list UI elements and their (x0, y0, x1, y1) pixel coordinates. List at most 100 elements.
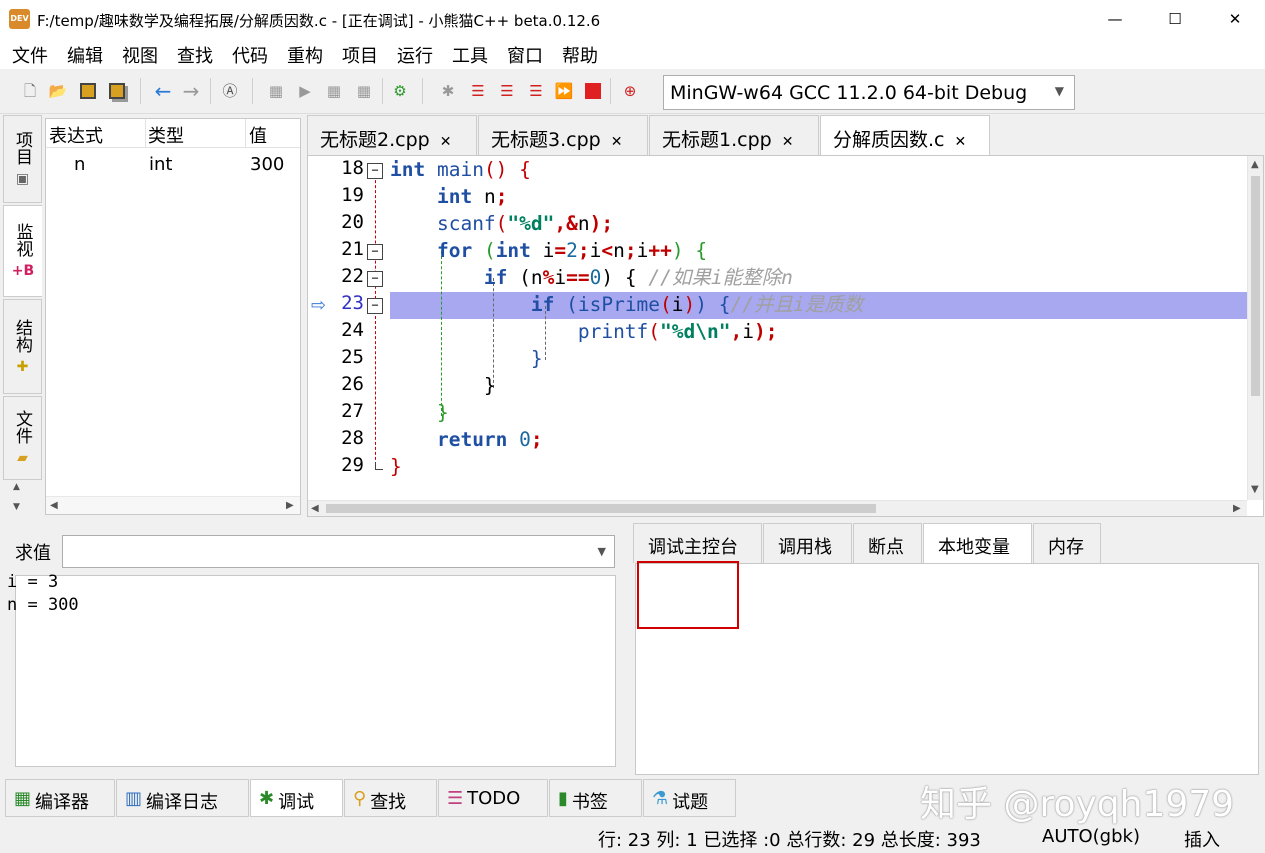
compile-run-icon[interactable]: ▦ (324, 81, 344, 101)
tab-compile-log[interactable]: ▥ 编译日志 (116, 779, 249, 817)
tab-structure-label: 结构 (12, 318, 32, 353)
new-file-icon[interactable]: 🗋 (20, 81, 40, 101)
tab-label: 分解质因数.c (833, 129, 945, 151)
menu-help[interactable]: 帮助 (562, 42, 598, 68)
tab-breakpoints[interactable]: 断点 (853, 523, 922, 563)
scroll-up-icon[interactable]: ▲ (13, 482, 20, 492)
close-tab-icon[interactable]: ✕ (782, 134, 794, 150)
tab-watch[interactable]: 监视 +B (3, 205, 42, 297)
tab-todo[interactable]: ☰ TODO (438, 779, 548, 817)
fold-marker[interactable]: − (367, 298, 383, 314)
scrollbar-thumb[interactable] (326, 504, 876, 513)
column-type[interactable]: 类型 (148, 122, 184, 148)
step-into-icon[interactable]: ☰ (468, 81, 488, 101)
scroll-right-icon[interactable]: ▶ (1233, 503, 1241, 514)
tab-compiler[interactable]: ▦ 编译器 (5, 779, 115, 817)
tab-bookmarks[interactable]: ▮ 书签 (549, 779, 642, 817)
tab-debug-console[interactable]: 调试主控台 (633, 523, 762, 563)
menu-project[interactable]: 项目 (342, 42, 378, 68)
step-over-icon[interactable]: ✱ (438, 81, 458, 101)
open-file-icon[interactable]: 📂 (48, 81, 68, 101)
tab-local-variables[interactable]: 本地变量 (923, 523, 1032, 563)
flask-icon: ⚗ (652, 788, 669, 809)
tab-memory[interactable]: 内存 (1033, 523, 1101, 563)
watermark: 知乎 @royqh1979 (920, 784, 1235, 825)
close-tab-icon[interactable]: ✕ (440, 134, 452, 150)
scroll-left-icon[interactable]: ◀ (50, 500, 58, 511)
run-icon[interactable]: ▶ (295, 81, 315, 101)
tab-untitled3[interactable]: 无标题3.cpp ✕ (478, 115, 648, 155)
step-line-icon[interactable]: ☰ (526, 81, 546, 101)
tab-problems[interactable]: ⚗ 试题 (643, 779, 736, 817)
tab-search[interactable]: ⚲ 查找 (344, 779, 437, 817)
rebuild-icon[interactable]: ▦ (354, 81, 374, 101)
scroll-down-icon[interactable]: ▼ (1251, 484, 1259, 495)
code-editor[interactable]: 18 19 20 21 22 23 24 25 26 27 28 29 ⇨ − … (307, 155, 1264, 517)
scroll-right-icon[interactable]: ▶ (286, 500, 294, 511)
editor-vertical-scrollbar[interactable]: ▲ ▼ (1247, 156, 1263, 500)
column-value[interactable]: 值 (249, 122, 267, 148)
line-number: 28 (341, 427, 364, 449)
chevron-down-icon[interactable]: ▼ (598, 545, 606, 558)
tab-label: 编译器 (35, 792, 90, 813)
column-expression[interactable]: 表达式 (49, 122, 103, 148)
encoding-status[interactable]: AUTO(gbk) (1042, 826, 1140, 847)
watch-expression[interactable]: n (74, 154, 85, 175)
tab-label: 无标题2.cpp (320, 129, 430, 151)
debug-icon[interactable]: ⚙ (390, 81, 410, 101)
tab-files-label: 文件 (12, 410, 32, 444)
menu-run[interactable]: 运行 (397, 42, 433, 68)
menu-tools[interactable]: 工具 (452, 42, 488, 68)
watch-horizontal-scrollbar[interactable]: ◀ ▶ (46, 496, 300, 514)
menu-edit[interactable]: 编辑 (67, 42, 103, 68)
save-icon[interactable] (78, 81, 98, 101)
eval-output[interactable] (15, 575, 616, 767)
fold-marker[interactable]: − (367, 163, 383, 179)
compiler-select[interactable]: MinGW-w64 GCC 11.2.0 64-bit Debug ▼ (663, 75, 1075, 110)
scrollbar-thumb[interactable] (1251, 176, 1260, 396)
scroll-down-icon[interactable]: ▼ (13, 502, 20, 512)
eval-input[interactable]: ▼ (62, 535, 615, 568)
editor-horizontal-scrollbar[interactable]: ◀ ▶ (308, 500, 1247, 516)
watch-value[interactable]: 300 (250, 154, 284, 175)
step-out-icon[interactable]: ☰ (497, 81, 517, 101)
menu-code[interactable]: 代码 (232, 42, 268, 68)
ide-window: DEV F:/temp/趣味数学及编程拓展/分解质因数.c - [正在调试] -… (0, 0, 1265, 853)
tab-call-stack[interactable]: 调用栈 (763, 523, 852, 563)
column-divider[interactable] (145, 119, 146, 148)
tab-structure[interactable]: 结构 ✚ (3, 299, 42, 394)
tab-factorization[interactable]: 分解质因数.c ✕ (820, 115, 990, 155)
column-divider[interactable] (245, 119, 246, 148)
continue-icon[interactable]: ⏩ (554, 81, 574, 101)
menu-view[interactable]: 视图 (122, 42, 158, 68)
menu-search[interactable]: 查找 (177, 42, 213, 68)
add-watch-icon[interactable]: ⊕ (620, 81, 640, 101)
minimize-button[interactable]: — (1085, 0, 1145, 38)
scroll-up-icon[interactable]: ▲ (1251, 159, 1259, 170)
project-icon: ▣ (15, 171, 30, 187)
back-icon[interactable]: ← (153, 81, 173, 101)
tab-untitled2[interactable]: 无标题2.cpp ✕ (307, 115, 477, 155)
scroll-left-icon[interactable]: ◀ (311, 503, 319, 514)
fold-marker[interactable]: − (367, 271, 383, 287)
bar-chart-icon: ▥ (125, 788, 143, 809)
fold-marker[interactable]: − (367, 244, 383, 260)
stop-icon[interactable] (583, 81, 603, 101)
maximize-button[interactable]: ☐ (1145, 0, 1205, 38)
menu-refactor[interactable]: 重构 (287, 42, 323, 68)
forward-icon[interactable]: → (181, 81, 201, 101)
tab-debug[interactable]: ✱ 调试 (250, 779, 343, 817)
compile-icon[interactable]: ▦ (266, 81, 286, 101)
save-all-icon[interactable] (107, 81, 127, 101)
tab-files[interactable]: 文件 ▰ (3, 396, 42, 480)
code-area[interactable]: int main() { int n; scanf("%d",&n); for … (390, 156, 1247, 500)
menu-window[interactable]: 窗口 (507, 42, 543, 68)
close-tab-icon[interactable]: ✕ (955, 134, 967, 150)
tab-untitled1[interactable]: 无标题1.cpp ✕ (649, 115, 819, 155)
format-icon[interactable]: Ⓐ (220, 81, 240, 101)
tab-project[interactable]: 项目 ▣ (3, 115, 42, 203)
menu-file[interactable]: 文件 (12, 42, 48, 68)
close-window-button[interactable]: ✕ (1205, 0, 1265, 38)
code-line-23: if (isPrime(i)) {//并且i是质数 (530, 293, 864, 316)
close-tab-icon[interactable]: ✕ (611, 134, 623, 150)
